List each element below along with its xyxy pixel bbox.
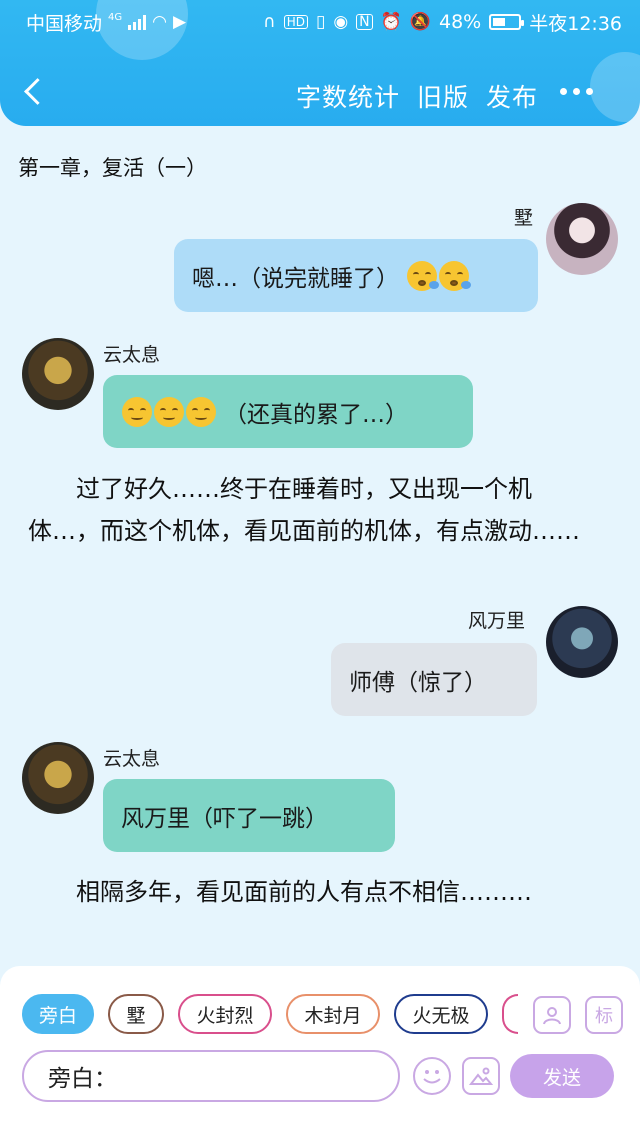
wifi-icon: ◠ (152, 11, 167, 32)
hd-icon: HD (283, 15, 308, 29)
smiling-face-icon (154, 396, 184, 427)
message-input[interactable]: 旁白： (22, 1050, 400, 1102)
headphone-icon: ∩ (263, 11, 276, 32)
message-text: （还真的累了…） (224, 401, 408, 428)
battery-percent: 48% (439, 11, 482, 33)
speaker-name: 云太息 (103, 344, 161, 366)
composer-panel: 旁白 墅 火封烈 木封月 火无极 标 旁白： 发送 (0, 966, 640, 1138)
battery-icon (489, 14, 525, 30)
avatar[interactable] (22, 742, 94, 814)
network-label: 4G (108, 11, 123, 23)
word-count-button[interactable]: 字数统计 (296, 78, 400, 114)
message-bubble[interactable]: 风万里（吓了一跳） (103, 779, 395, 852)
carrier-label: 中国移动 (26, 12, 103, 35)
sleeping-face-icon (407, 260, 439, 291)
avatar[interactable] (546, 606, 618, 678)
send-button[interactable]: 发送 (510, 1054, 614, 1098)
role-chip-partial[interactable] (502, 994, 518, 1034)
clock: 半夜12:36 (529, 12, 622, 35)
role-chip[interactable]: 火无极 (394, 994, 488, 1034)
message-bubble[interactable]: （还真的累了…） (103, 375, 473, 448)
old-version-button[interactable]: 旧版 (417, 78, 469, 114)
mute-bell-icon: 🔕 (409, 11, 431, 32)
smiling-face-icon (122, 396, 152, 427)
role-chip-narrator[interactable]: 旁白 (22, 994, 94, 1034)
speaker-name: 风万里 (468, 610, 526, 632)
emoji-icon[interactable] (413, 1057, 451, 1095)
role-avatar-icon[interactable] (533, 996, 571, 1034)
mark-button[interactable]: 标 (585, 996, 623, 1034)
narration-text[interactable]: 过了好久……终于在睡着时，又出现一个机体…，而这个机体，看见面前的机体，有点激动… (28, 468, 598, 552)
sleeping-face-icon (439, 260, 471, 291)
nfc-icon: N (356, 14, 373, 30)
smiling-face-icon (186, 396, 216, 427)
message-bubble[interactable]: 嗯…（说完就睡了） (174, 239, 538, 312)
no-sim-icon: ▯ (315, 11, 326, 32)
role-chip[interactable]: 火封烈 (178, 994, 272, 1034)
role-chip[interactable]: 木封月 (286, 994, 380, 1034)
message-bubble[interactable]: 师傅（惊了） (331, 643, 537, 716)
eye-icon: ◉ (333, 11, 349, 32)
speaker-name: 墅 (514, 207, 534, 229)
message-text: 师傅（惊了） (349, 669, 487, 696)
more-icon[interactable] (560, 88, 593, 95)
status-bar: 中国移动 4G ◠ ▶ ∩ HD ▯ ◉ N ⏰ 🔕 48% 半夜12:36 (0, 0, 640, 44)
person-icon (543, 1007, 561, 1025)
header-bar: 中国移动 4G ◠ ▶ ∩ HD ▯ ◉ N ⏰ 🔕 48% 半夜12:36 字… (0, 0, 640, 126)
chapter-title: 第一章，复活（一） (18, 156, 207, 180)
avatar[interactable] (546, 203, 618, 275)
speaker-name: 云太息 (103, 748, 161, 770)
image-icon[interactable] (462, 1057, 500, 1095)
play-icon: ▶ (172, 11, 187, 32)
back-icon[interactable] (18, 72, 54, 112)
alarm-icon: ⏰ (380, 11, 402, 32)
publish-button[interactable]: 发布 (486, 78, 538, 114)
nav-bar: 字数统计 旧版 发布 (0, 64, 640, 120)
avatar[interactable] (22, 338, 94, 410)
message-text: 风万里（吓了一跳） (121, 805, 328, 832)
role-chip[interactable]: 墅 (108, 994, 164, 1034)
signal-icon (128, 14, 147, 30)
narration-text[interactable]: 相隔多年，看见面前的人有点不相信……… (28, 871, 598, 913)
message-text: 嗯…（说完就睡了） (192, 265, 399, 292)
